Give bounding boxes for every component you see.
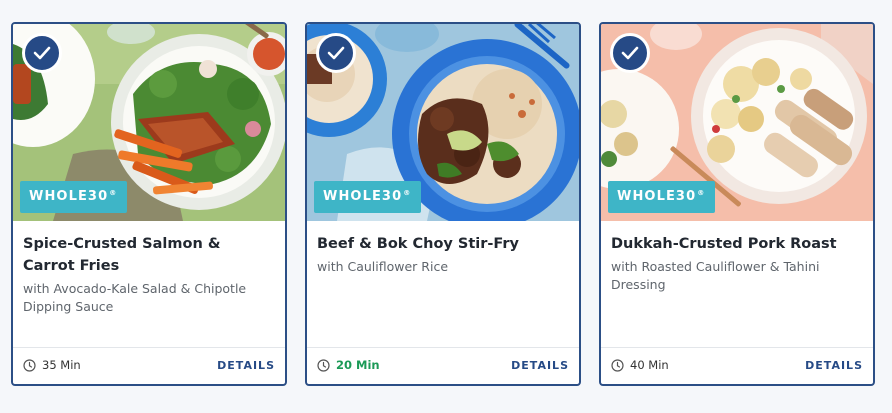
whole30-badge: WHOLE30 ® — [20, 181, 128, 213]
card-footer: 20 Min DETAILS — [307, 347, 579, 384]
check-icon[interactable] — [610, 33, 650, 73]
recipe-title: Dukkah-Crusted Pork Roast — [611, 236, 837, 252]
recipe-subtitle: with Cauliflower Rice — [317, 259, 449, 274]
whole30-badge: WHOLE30 ® — [314, 181, 422, 213]
check-icon[interactable] — [316, 33, 356, 73]
recipe-image[interactable]: WHOLE30 ® — [13, 24, 285, 221]
cook-time-label: 20 Min — [336, 358, 380, 372]
clock-icon — [23, 358, 36, 372]
cook-time: 40 Min — [611, 358, 669, 372]
recipe-title: Beef & Bok Choy Stir-Fry — [317, 236, 519, 252]
details-link[interactable]: DETAILS — [511, 359, 569, 372]
clock-icon — [317, 358, 330, 372]
check-icon[interactable] — [22, 33, 62, 73]
recipe-subtitle: with Roasted Cauliflower & Tahini Dressi… — [611, 259, 820, 292]
details-link[interactable]: DETAILS — [217, 359, 275, 372]
details-link[interactable]: DETAILS — [805, 359, 863, 372]
cook-time: 20 Min — [317, 358, 380, 372]
recipe-image[interactable]: WHOLE30 ® — [601, 24, 873, 221]
recipe-card-2[interactable]: WHOLE30 ® Beef & Bok Choy Stir-Fry with C… — [305, 22, 581, 386]
recipe-subtitle: with Avocado-Kale Salad & Chipotle Dippi… — [23, 281, 247, 314]
card-footer: 35 Min DETAILS — [13, 347, 285, 384]
recipe-image[interactable]: WHOLE30 ® — [307, 24, 579, 221]
cook-time-label: 40 Min — [630, 358, 669, 372]
clock-icon — [611, 358, 624, 372]
cook-time-label: 35 Min — [42, 358, 81, 372]
whole30-badge: WHOLE30 ® — [608, 181, 716, 213]
recipe-card-1[interactable]: WHOLE30 ® Spice-Crusted Salmon & Carrot F… — [11, 22, 287, 386]
recipe-title: Spice-Crusted Salmon & Carrot Fries — [23, 236, 221, 274]
cook-time: 35 Min — [23, 358, 81, 372]
recipe-card-3[interactable]: WHOLE30 ® Dukkah-Crusted Pork Roast with … — [599, 22, 875, 386]
card-footer: 40 Min DETAILS — [601, 347, 873, 384]
